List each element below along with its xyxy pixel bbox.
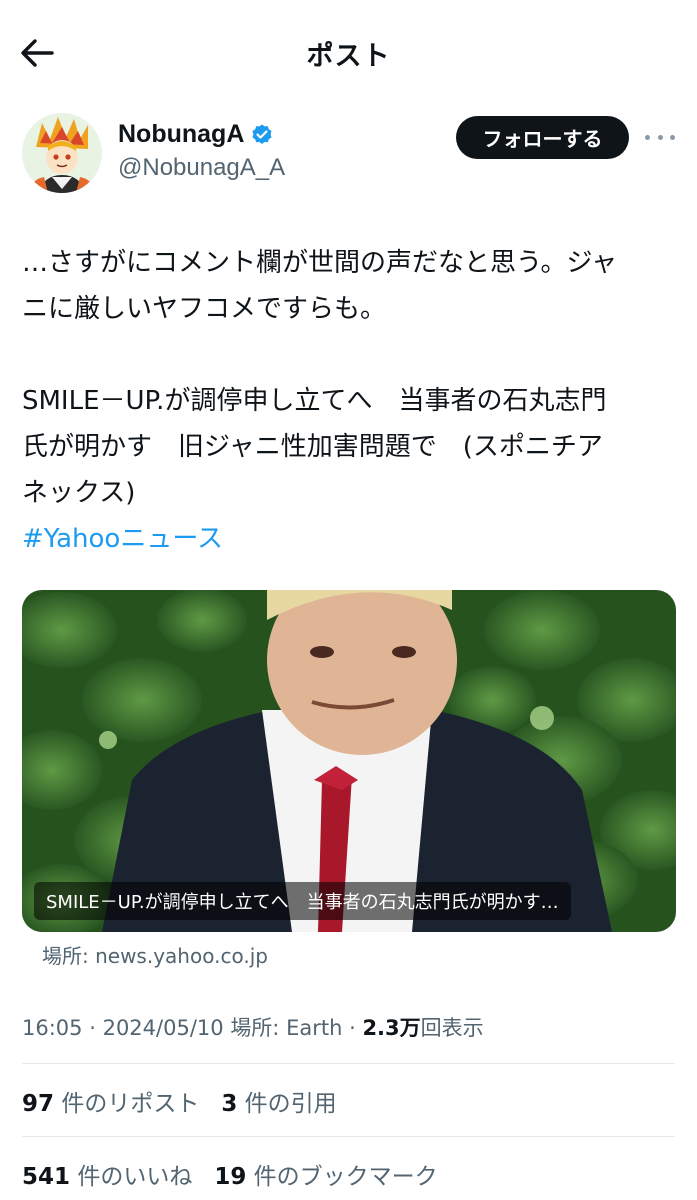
stats-row-likes: 541 件のいいね 19 件のブックマーク [22,1157,438,1191]
tweet-line: ニに厳しいヤフコメですらも。 [22,294,387,324]
bookmarks-stat[interactable]: 19 件のブックマーク [214,1157,437,1191]
card-caption: SMILE－UP.が調停申し立てへ 当事者の石丸志門氏が明かす… [34,882,571,920]
hashtag-link[interactable]: #Yahooニュース [22,516,682,562]
divider [22,1063,675,1064]
follow-button[interactable]: フォローする [456,116,629,159]
link-card[interactable]: SMILE－UP.が調停申し立てへ 当事者の石丸志門氏が明かす… [22,590,676,932]
handle[interactable]: @NobunagA_A [118,154,285,182]
page-title: ポスト [306,41,391,72]
header: ポスト [0,0,697,104]
tweet-line: …さすがにコメント欄が世間の声だなと思う。ジャ [22,248,618,278]
quotes-stat[interactable]: 3 件の引用 [221,1084,336,1118]
more-icon [645,134,650,140]
post-time: 16:05 [22,1016,83,1040]
card-image [22,590,676,932]
views-count: 2.3万 [362,1016,421,1040]
divider [22,1136,675,1137]
author-name-row: NobunagA [118,120,274,149]
card-source[interactable]: 場所: news.yahoo.co.jp [42,940,268,969]
stats-row-reposts: 97 件のリポスト 3 件の引用 [22,1084,337,1118]
more-button[interactable] [645,126,675,148]
post-location: 場所: Earth [230,1016,343,1040]
avatar[interactable] [22,113,102,193]
tweet-line: ネックス) [22,478,136,508]
tweet-line: 氏が明かす 旧ジャニ性加害問題で (スポニチア [22,432,603,462]
post-screen: ポスト NobunagA @NobunagA_A フォローする …さすがにコメン… [0,0,697,1200]
reposts-stat[interactable]: 97 件のリポスト [22,1084,199,1118]
tweet-line: SMILE－UP.が調停申し立てへ 当事者の石丸志門 [22,386,607,416]
post-meta: 16:05 · 2024/05/10 場所: Earth · 2.3万回表示 [22,1016,484,1040]
views-label: 回表示 [420,1016,484,1040]
tweet-text: …さすがにコメント欄が世間の声だなと思う。ジャ ニに厳しいヤフコメですらも。 S… [22,240,682,562]
verified-badge-icon [252,124,272,144]
post-date: 2024/05/10 [102,1016,224,1040]
likes-stat[interactable]: 541 件のいいね [22,1157,192,1191]
display-name[interactable]: NobunagA [118,120,244,149]
